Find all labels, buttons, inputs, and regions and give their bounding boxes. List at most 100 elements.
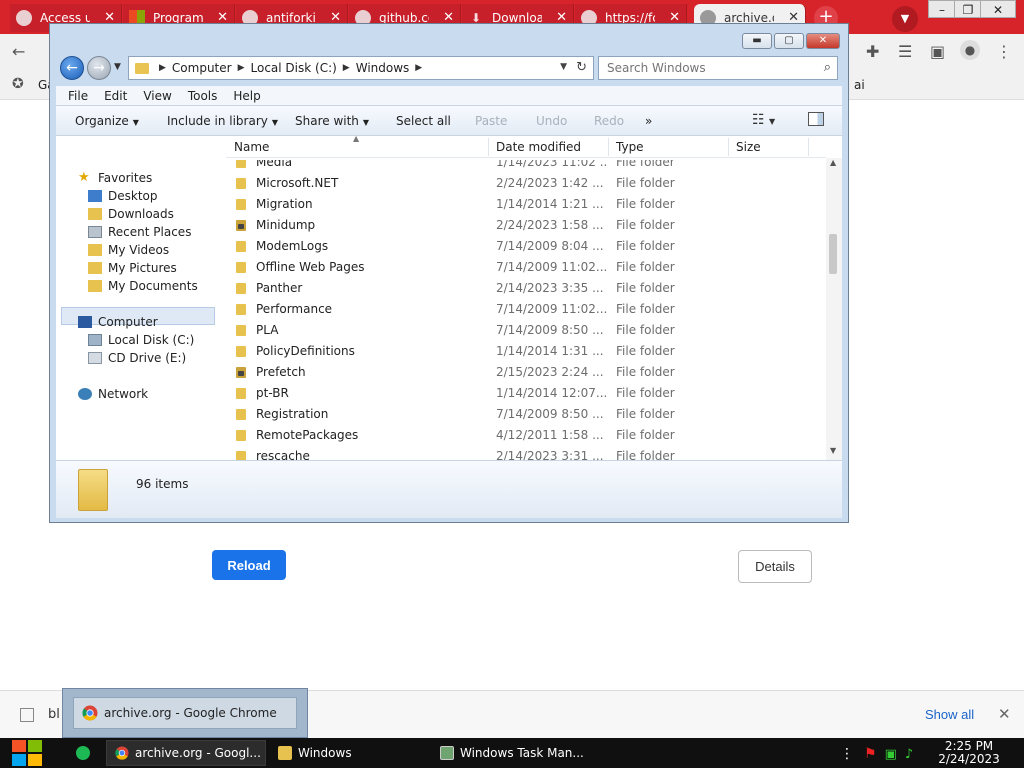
menu-view[interactable]: View [143, 89, 171, 103]
extensions-icon[interactable]: ✚ [866, 42, 879, 61]
taskbar-pinned-app[interactable] [68, 740, 100, 766]
column-divider[interactable] [728, 138, 729, 156]
breadcrumb-local-disk[interactable]: Local Disk (C:) [251, 61, 337, 75]
redo-button[interactable]: Redo [594, 114, 624, 128]
organize-button[interactable]: Organize ▼ [75, 114, 139, 128]
breadcrumb-separator-icon[interactable]: ▶ [238, 63, 245, 73]
column-divider[interactable] [808, 138, 809, 156]
nav-network[interactable]: Network [78, 387, 148, 401]
nav-my-documents[interactable]: My Documents [88, 279, 198, 293]
file-row[interactable]: rescache 2/14/2023 3:31 ... File folder [226, 446, 826, 460]
bookmark-item-right-partial[interactable]: ai [854, 78, 865, 92]
taskbar-item-explorer[interactable]: Windows [270, 740, 424, 766]
undo-button[interactable]: Undo [536, 114, 567, 128]
change-view-icon[interactable]: ☷ ▼ [752, 112, 775, 128]
nav-favorites[interactable]: ★ Favorites [78, 171, 152, 185]
file-row[interactable]: Panther 2/14/2023 3:35 ... File folder [226, 278, 826, 299]
details-button[interactable]: Details [738, 550, 812, 583]
nav-computer[interactable]: Computer [78, 315, 158, 329]
paste-button[interactable]: Paste [475, 114, 507, 128]
file-row[interactable]: RemotePackages 4/12/2011 1:58 ... File fol… [226, 425, 826, 446]
vertical-scrollbar[interactable]: ▲ ▼ [826, 158, 842, 460]
menu-help[interactable]: Help [233, 89, 260, 103]
start-button[interactable] [10, 738, 44, 768]
recent-pages-dropdown-icon[interactable]: ▼ [114, 62, 121, 72]
nav-my-pictures[interactable]: My Pictures [88, 261, 177, 275]
search-box[interactable]: ⌕ [598, 56, 838, 80]
file-row[interactable]: Microsoft.NET 2/24/2023 1:42 ... File fold… [226, 173, 826, 194]
file-row[interactable]: Minidump 2/24/2023 1:58 ... File folder [226, 215, 826, 236]
action-center-flag-icon[interactable]: ⚑ [864, 746, 877, 762]
scroll-up-icon[interactable]: ▲ [830, 158, 836, 167]
menu-edit[interactable]: Edit [104, 89, 127, 103]
explorer-titlebar[interactable]: ▬ ▢ ✕ [50, 24, 848, 54]
column-divider[interactable] [488, 138, 489, 156]
nav-my-videos[interactable]: My Videos [88, 243, 169, 257]
close-download-shelf-icon[interactable]: ✕ [998, 705, 1011, 723]
file-row[interactable]: Prefetch 2/15/2023 2:24 ... File folder [226, 362, 826, 383]
taskbar-item-chrome[interactable]: archive.org - Googl... [106, 740, 266, 766]
nav-cd-drive[interactable]: CD Drive (E:) [88, 351, 186, 365]
show-all-link[interactable]: Show all [925, 707, 974, 722]
tray-overflow-icon[interactable]: ⋮ [840, 746, 854, 762]
preview-pane-icon[interactable] [808, 112, 824, 126]
taskbar-clock[interactable]: 2:25 PM 2/24/2023 [938, 740, 1000, 766]
column-size[interactable]: Size [736, 140, 761, 154]
column-type[interactable]: Type [616, 140, 644, 154]
nav-desktop[interactable]: Desktop [88, 189, 158, 203]
file-row[interactable]: PLA 7/14/2009 8:50 ... File folder [226, 320, 826, 341]
forward-arrow-icon[interactable]: → [87, 56, 111, 80]
thumbnail-window-item[interactable]: archive.org - Google Chrome [73, 697, 297, 729]
browser-minimize-button[interactable]: – [928, 0, 956, 18]
profile-avatar-icon[interactable]: ● [960, 40, 980, 60]
file-row[interactable]: Performance 7/14/2009 11:02... File folder [226, 299, 826, 320]
reload-button[interactable]: Reload [212, 550, 286, 580]
menu-tools[interactable]: Tools [188, 89, 218, 103]
refresh-icon[interactable]: ↻ [576, 60, 587, 75]
file-row[interactable]: Media 1/14/2023 11:02 ... File folder [226, 160, 826, 173]
browser-close-button[interactable]: ✕ [980, 0, 1016, 18]
include-in-library-button[interactable]: Include in library ▼ [167, 114, 278, 128]
explorer-minimize-button[interactable]: ▬ [742, 33, 772, 49]
back-arrow-icon[interactable]: ← [60, 56, 84, 80]
address-bar[interactable]: ▶ Computer ▶ Local Disk (C:) ▶ Windows ▶… [128, 56, 594, 80]
column-divider[interactable] [608, 138, 609, 156]
explorer-close-button[interactable]: ✕ [806, 33, 840, 49]
breadcrumb-separator-icon[interactable]: ▶ [159, 63, 166, 73]
file-row[interactable]: pt-BR 1/14/2014 12:07... File folder [226, 383, 826, 404]
nav-downloads[interactable]: Downloads [88, 207, 174, 221]
file-row[interactable]: Migration 1/14/2014 1:21 ... File folder [226, 194, 826, 215]
browser-back-icon[interactable]: ← [12, 42, 25, 61]
chrome-menu-icon[interactable]: ⋮ [996, 42, 1012, 61]
more-commands-button[interactable]: » [645, 114, 652, 128]
nav-recent-places[interactable]: Recent Places [88, 225, 191, 239]
nav-local-disk[interactable]: Local Disk (C:) [88, 333, 194, 347]
side-panel-icon[interactable]: ▣ [930, 42, 945, 61]
download-item-name[interactable]: bl [48, 707, 60, 722]
scroll-down-icon[interactable]: ▼ [830, 446, 836, 455]
file-row[interactable]: Offline Web Pages 7/14/2009 11:02... File … [226, 257, 826, 278]
column-name[interactable]: Name [234, 140, 269, 154]
column-date-modified[interactable]: Date modified [496, 140, 581, 154]
file-row[interactable]: ModemLogs 7/14/2009 8:04 ... File folder [226, 236, 826, 257]
volume-icon[interactable]: ♪ [905, 747, 913, 762]
breadcrumb-windows[interactable]: Windows [356, 61, 410, 75]
tab-search-chevron-icon[interactable]: ▼ [892, 6, 918, 32]
search-input[interactable] [599, 57, 809, 79]
file-row[interactable]: Registration 7/14/2009 8:50 ... File folde… [226, 404, 826, 425]
explorer-maximize-button[interactable]: ▢ [774, 33, 804, 49]
scrollbar-thumb[interactable] [829, 234, 837, 274]
select-all-button[interactable]: Select all [396, 114, 451, 128]
menu-file[interactable]: File [68, 89, 88, 103]
share-with-button[interactable]: Share with ▼ [295, 114, 369, 128]
taskbar-item-task-manager[interactable]: Windows Task Man... [432, 740, 592, 766]
address-history-dropdown-icon[interactable]: ▼ [560, 62, 567, 72]
browser-restore-button[interactable]: ❐ [954, 0, 982, 18]
search-icon[interactable]: ⌕ [824, 60, 831, 75]
breadcrumb-computer[interactable]: Computer [172, 61, 232, 75]
file-row[interactable]: PolicyDefinitions 1/14/2014 1:31 ... File … [226, 341, 826, 362]
media-control-icon[interactable]: ☰ [898, 42, 912, 61]
network-tray-icon[interactable]: ▣ [885, 747, 897, 762]
breadcrumb-separator-icon[interactable]: ▶ [343, 63, 350, 73]
breadcrumb-separator-icon[interactable]: ▶ [415, 63, 422, 73]
